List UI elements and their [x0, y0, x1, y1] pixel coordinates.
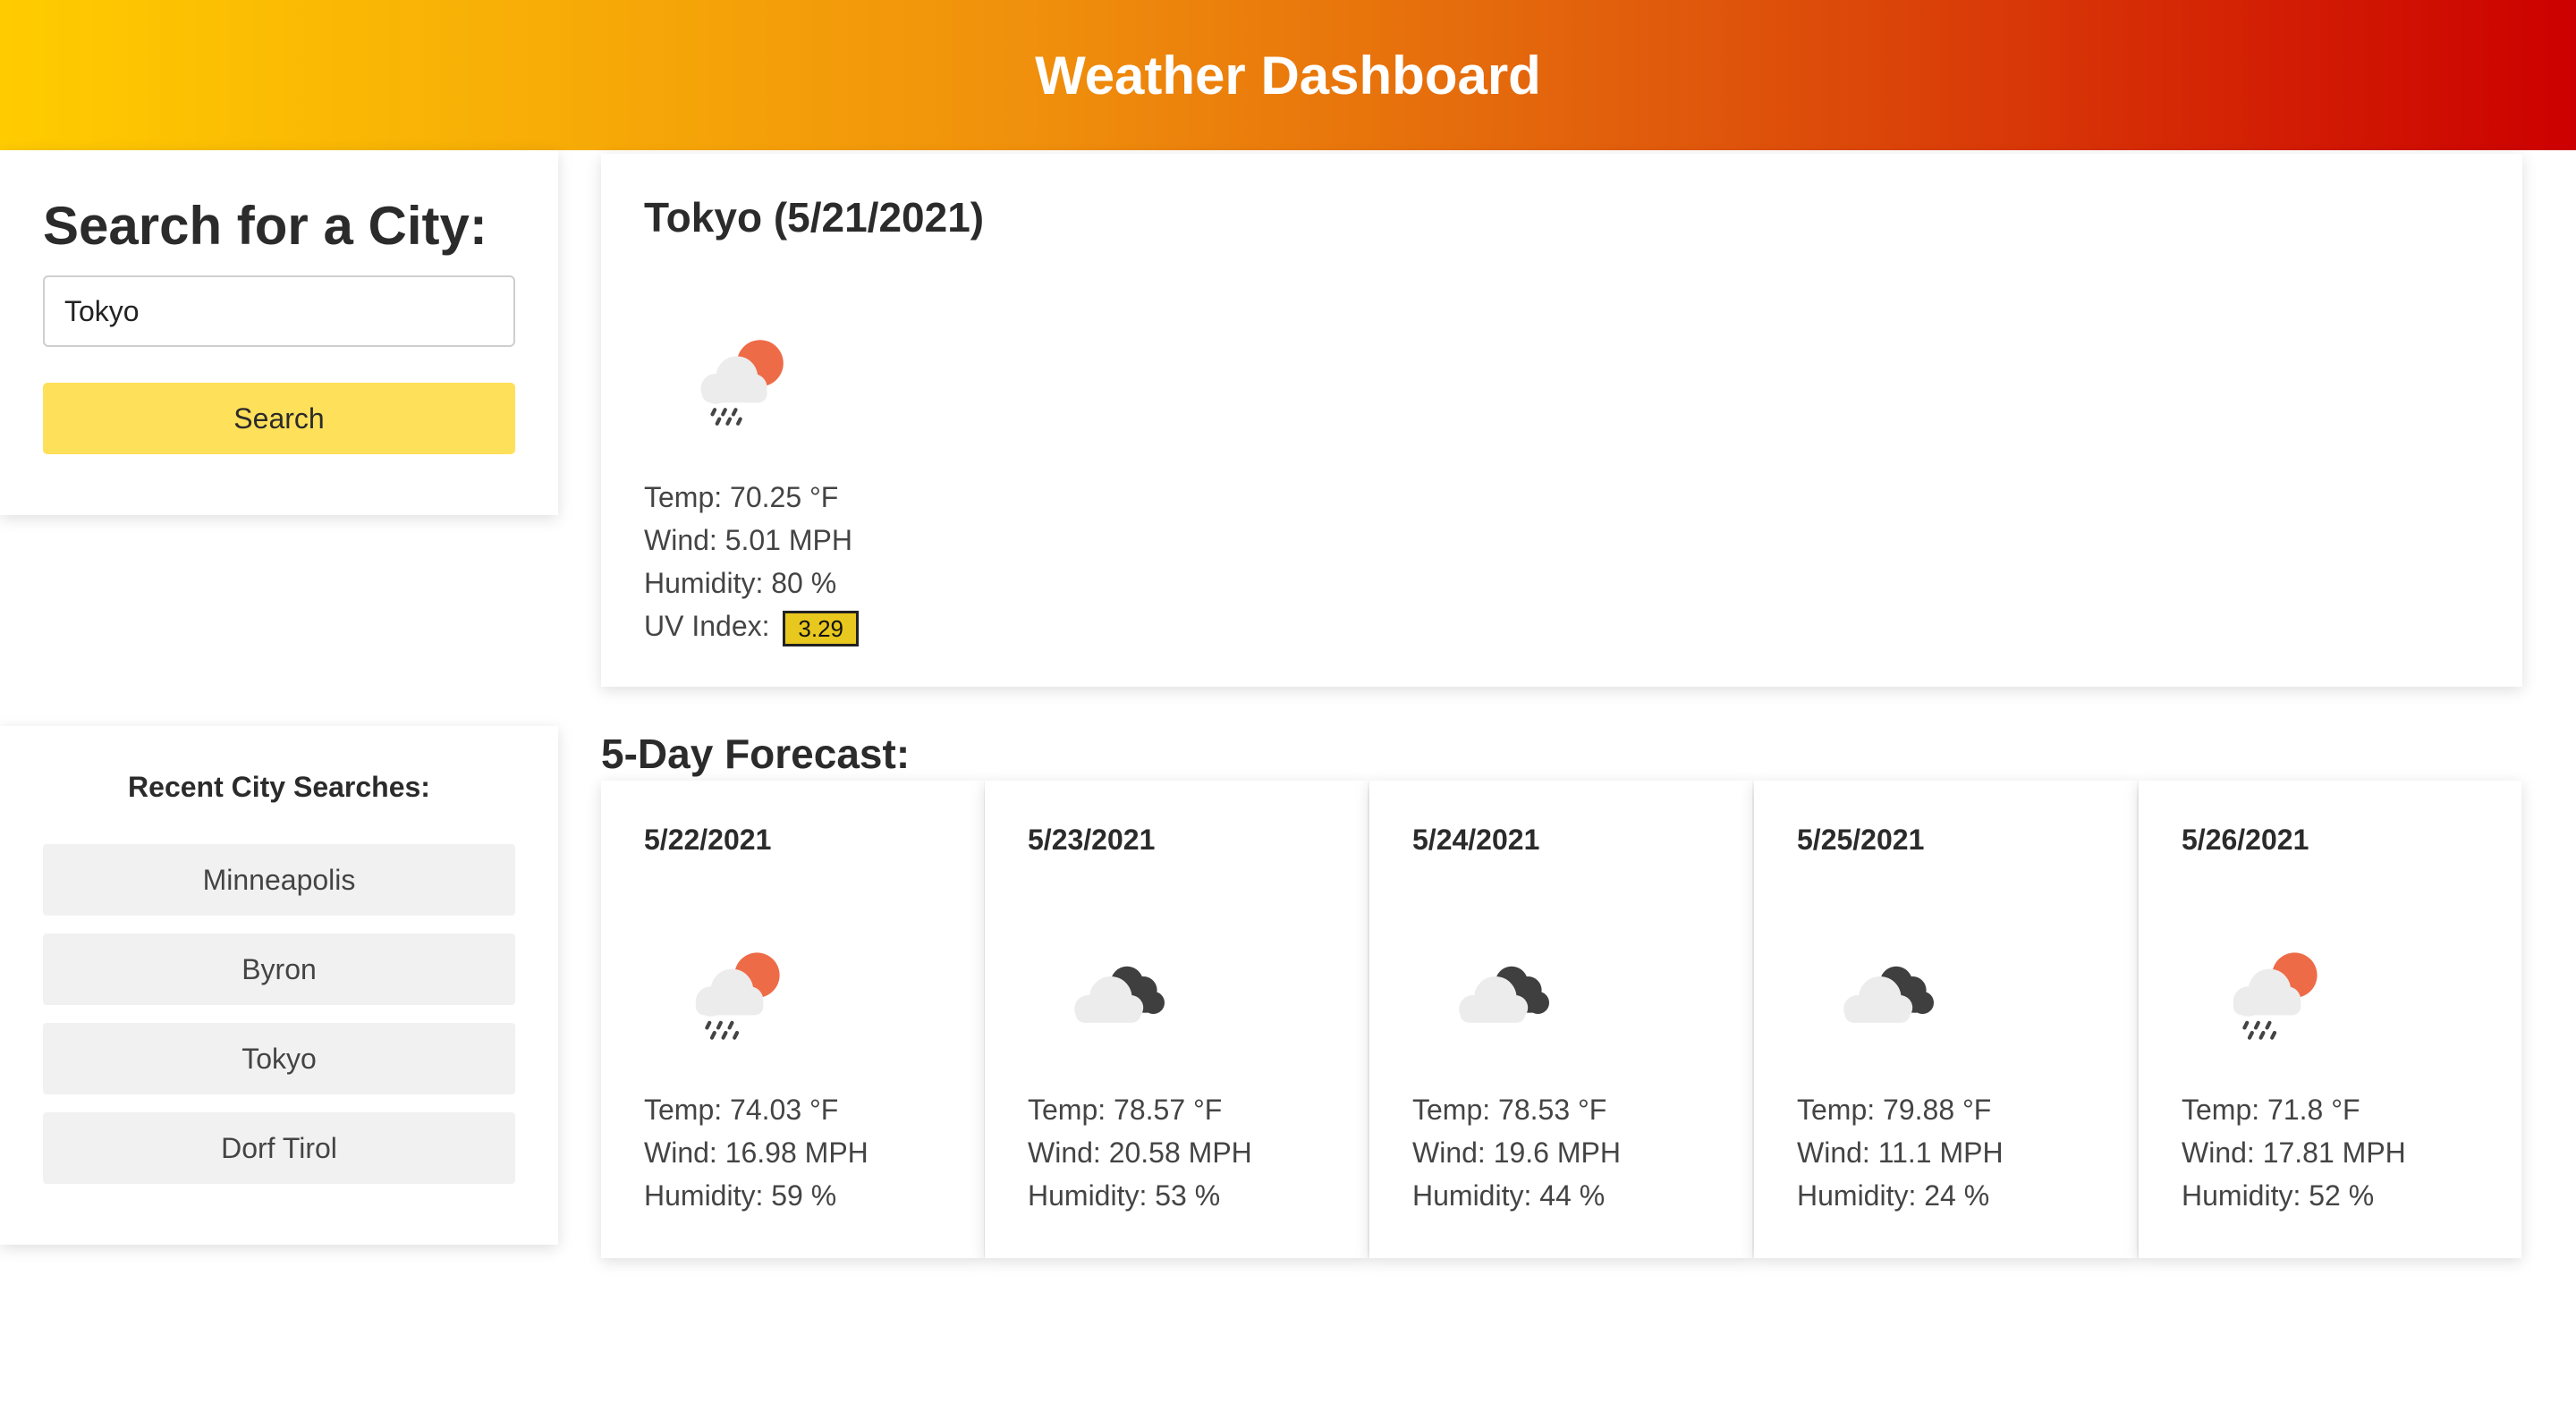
broken-clouds-icon: [1443, 933, 1568, 1058]
forecast-temp: Temp: 79.88 °F: [1797, 1094, 1992, 1126]
forecast-temp: Temp: 78.53 °F: [1412, 1094, 1607, 1126]
current-uv-row: UV Index: 3.29: [644, 604, 860, 647]
forecast-humidity: Humidity: 59 %: [644, 1179, 837, 1212]
search-title: Search for a City:: [43, 196, 487, 256]
forecast-humidity: Humidity: 44 %: [1412, 1179, 1606, 1212]
current-city-title: Tokyo (5/21/2021): [644, 194, 985, 241]
forecast-stats: Temp: 78.53 °F Wind: 19.6 MPH Humidity: …: [1412, 1088, 1621, 1217]
city-search-input[interactable]: [43, 275, 515, 347]
uv-index-badge: 3.29: [783, 610, 860, 646]
recent-city-button[interactable]: Dorf Tirol: [43, 1112, 515, 1184]
forecast-humidity: Humidity: 53 %: [1028, 1179, 1221, 1212]
recent-searches-title: Recent City Searches:: [128, 771, 430, 803]
forecast-stats: Temp: 71.8 °F Wind: 17.81 MPH Humidity: …: [2182, 1088, 2406, 1217]
forecast-stats: Temp: 78.57 °F Wind: 20.58 MPH Humidity:…: [1028, 1088, 1252, 1217]
recent-searches-list: Minneapolis Byron Tokyo Dorf Tirol: [43, 844, 515, 1202]
search-button[interactable]: Search: [43, 383, 515, 454]
forecast-card: 5/24/2021 Temp: 78.53 °F Wind: 19.6 MPH …: [1369, 781, 1752, 1258]
forecast-humidity: Humidity: 24 %: [1797, 1179, 1990, 1212]
recent-city-button[interactable]: Byron: [43, 934, 515, 1005]
forecast-card: 5/26/2021 Temp: 71.8 °F Wind: 17.81 MPH …: [2139, 781, 2521, 1258]
uv-index-label: UV Index:: [644, 610, 770, 642]
current-weather-stats: Temp: 70.25 °F Wind: 5.01 MPH Humidity: …: [644, 476, 860, 647]
current-temp: Temp: 70.25 °F: [644, 481, 839, 513]
forecast-wind: Wind: 17.81 MPH: [2182, 1136, 2406, 1169]
forecast-temp: Temp: 74.03 °F: [644, 1094, 839, 1126]
forecast-date: 5/22/2021: [644, 824, 772, 856]
sun-cloud-rain-icon: [683, 324, 800, 440]
forecast-date: 5/24/2021: [1412, 824, 1540, 856]
sun-cloud-rain-icon: [674, 933, 800, 1058]
recent-city-button[interactable]: Tokyo: [43, 1023, 515, 1094]
forecast-date: 5/25/2021: [1797, 824, 1925, 856]
current-humidity: Humidity: 80 %: [644, 567, 837, 599]
forecast-stats: Temp: 79.88 °F Wind: 11.1 MPH Humidity: …: [1797, 1088, 2004, 1217]
sun-cloud-rain-icon: [2212, 933, 2337, 1058]
forecast-date: 5/23/2021: [1028, 824, 1156, 856]
current-wind: Wind: 5.01 MPH: [644, 524, 852, 556]
forecast-stats: Temp: 74.03 °F Wind: 16.98 MPH Humidity:…: [644, 1088, 869, 1217]
forecast-humidity: Humidity: 52 %: [2182, 1179, 2375, 1212]
forecast-wind: Wind: 16.98 MPH: [644, 1136, 869, 1169]
forecast-wind: Wind: 11.1 MPH: [1797, 1136, 2004, 1169]
forecast-temp: Temp: 71.8 °F: [2182, 1094, 2360, 1126]
recent-city-button[interactable]: Minneapolis: [43, 844, 515, 916]
recent-searches-panel: Recent City Searches: Minneapolis Byron …: [0, 726, 558, 1245]
forecast-title: 5-Day Forecast:: [601, 731, 911, 777]
app-title: Weather Dashboard: [1035, 45, 1541, 106]
forecast-card: 5/22/2021 Temp: 74.03 °F Wind: 16.98 MPH…: [601, 781, 984, 1258]
forecast-wind: Wind: 19.6 MPH: [1412, 1136, 1621, 1169]
forecast-wind: Wind: 20.58 MPH: [1028, 1136, 1252, 1169]
current-weather-panel: Tokyo (5/21/2021) Temp: 70.25 °F Wind: 5…: [601, 154, 2522, 687]
forecast-card: 5/25/2021 Temp: 79.88 °F Wind: 11.1 MPH …: [1754, 781, 2137, 1258]
broken-clouds-icon: [1827, 933, 1953, 1058]
search-panel: Search for a City: Search: [0, 150, 558, 515]
forecast-date: 5/26/2021: [2182, 824, 2309, 856]
broken-clouds-icon: [1058, 933, 1183, 1058]
forecast-card: 5/23/2021 Temp: 78.57 °F Wind: 20.58 MPH…: [985, 781, 1368, 1258]
app-header: Weather Dashboard: [0, 0, 2576, 150]
forecast-temp: Temp: 78.57 °F: [1028, 1094, 1223, 1126]
